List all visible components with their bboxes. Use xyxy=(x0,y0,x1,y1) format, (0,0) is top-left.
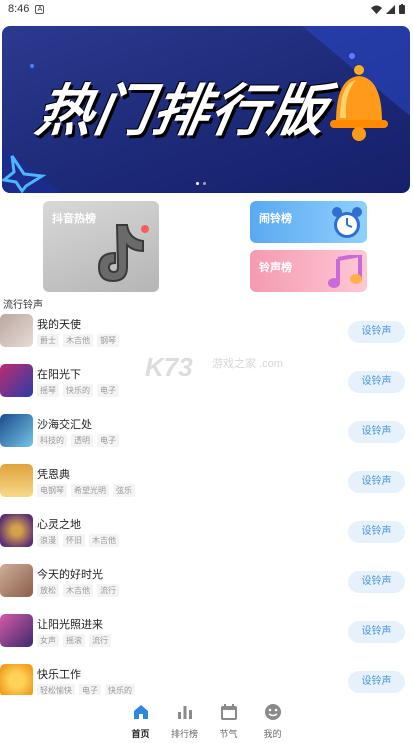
hero-banner[interactable]: 热门排行版 xyxy=(2,26,410,193)
song-tags: 女声 摇滚 流行 xyxy=(37,634,111,647)
set-ringtone-button[interactable]: 设铃声 xyxy=(348,371,405,393)
song-row[interactable]: 今天的好时光 放松 木吉他 流行 设铃声 xyxy=(0,564,413,604)
set-ringtone-button[interactable]: 设铃声 xyxy=(348,471,405,493)
douyin-hot-card[interactable]: 抖音热榜 xyxy=(43,201,159,292)
banner-title: 热门排行版 xyxy=(31,79,333,144)
song-tag: 希望光明 xyxy=(71,484,109,497)
song-title: 让阳光照进来 xyxy=(37,619,103,631)
song-cover xyxy=(0,464,33,497)
music-note-icon xyxy=(328,255,362,288)
song-tag: 浪漫 xyxy=(37,534,59,547)
song-tag: 木吉他 xyxy=(63,584,93,597)
ringtone-ranking-card[interactable]: 铃声榜 xyxy=(250,250,367,292)
bar-chart-icon xyxy=(177,706,192,719)
song-tag: 科技的 xyxy=(37,434,67,447)
carousel-dot[interactable] xyxy=(203,182,206,185)
song-cover xyxy=(0,514,33,547)
alarm-clock-icon xyxy=(332,207,362,238)
song-title: 今天的好时光 xyxy=(37,569,103,581)
song-tag: 钢琴 xyxy=(97,334,119,347)
song-tags: 摇琴 快乐的 电子 xyxy=(37,384,119,397)
tab-ranking[interactable]: 排行榜 xyxy=(170,695,200,743)
song-row[interactable]: 沙海交汇处 科技的 透明 电子 设铃声 xyxy=(0,414,413,454)
song-cover xyxy=(0,614,33,647)
tab-home[interactable]: 首页 xyxy=(126,695,156,743)
song-row[interactable]: 凭恩典 电钢琴 希望光明 弦乐 设铃声 xyxy=(0,464,413,504)
tab-label: 节气 xyxy=(219,729,238,739)
set-ringtone-button[interactable]: 设铃声 xyxy=(348,521,405,543)
song-tag: 摇琴 xyxy=(37,384,59,397)
song-cover xyxy=(0,414,33,447)
song-tags: 爵士 木吉他 钢琴 xyxy=(37,334,119,347)
song-title: 凭恩典 xyxy=(37,469,70,481)
status-bar: 8:46 A xyxy=(0,0,413,18)
song-row[interactable]: 心灵之地 浪漫 怀旧 木吉他 设铃声 xyxy=(0,514,413,554)
notification-icon: A xyxy=(35,4,45,14)
watermark-logo: K73 xyxy=(145,352,193,382)
status-left: 8:46 A xyxy=(8,3,45,15)
song-tag: 怀旧 xyxy=(63,534,85,547)
carousel-indicator xyxy=(196,182,206,185)
song-row[interactable]: 在阳光下 摇琴 快乐的 电子 设铃声 xyxy=(0,364,413,404)
bell-icon xyxy=(330,65,388,141)
alarm-ranking-card[interactable]: 闹铃榜 xyxy=(250,201,367,243)
status-time: 8:46 xyxy=(8,3,30,15)
song-tag: 弦乐 xyxy=(113,484,135,497)
song-tag: 爵士 xyxy=(37,334,59,347)
song-cover xyxy=(0,314,33,347)
song-cover xyxy=(0,664,33,697)
song-tag: 木吉他 xyxy=(63,334,93,347)
song-cover xyxy=(0,564,33,597)
set-ringtone-button[interactable]: 设铃声 xyxy=(348,571,405,593)
song-tag: 摇滚 xyxy=(63,634,85,647)
home-icon xyxy=(133,705,148,719)
battery-icon xyxy=(399,4,405,14)
song-title: 快乐工作 xyxy=(37,669,81,681)
song-cover xyxy=(0,364,33,397)
watermark-subtext: 游戏之家 .com xyxy=(212,358,283,370)
song-row[interactable]: 让阳光照进来 女声 摇滚 流行 设铃声 xyxy=(0,614,413,654)
ringtone-ranking-label: 铃声榜 xyxy=(259,262,292,274)
song-tag: 流行 xyxy=(89,634,111,647)
song-tags: 浪漫 怀旧 木吉他 xyxy=(37,534,119,547)
carousel-dot-active[interactable] xyxy=(196,182,199,185)
song-tag: 电子 xyxy=(97,434,119,447)
calendar-icon xyxy=(220,704,237,720)
smiley-icon xyxy=(264,704,281,720)
tab-label: 我的 xyxy=(263,729,282,739)
section-title: 流行铃声 xyxy=(3,300,43,311)
set-ringtone-button[interactable]: 设铃声 xyxy=(348,671,405,693)
signal-icon xyxy=(386,4,395,14)
tab-mine[interactable]: 我的 xyxy=(258,695,288,743)
alarm-ranking-label: 闹铃榜 xyxy=(259,213,292,225)
song-title: 沙海交汇处 xyxy=(37,419,92,431)
bottom-tab-bar: 首页 排行榜 节气 我的 xyxy=(0,695,413,743)
song-tag: 透明 xyxy=(71,434,93,447)
song-tag: 女声 xyxy=(37,634,59,647)
song-tag: 电子 xyxy=(97,384,119,397)
song-tag: 木吉他 xyxy=(89,534,119,547)
song-tag: 快乐的 xyxy=(63,384,93,397)
status-right xyxy=(371,4,405,14)
set-ringtone-button[interactable]: 设铃声 xyxy=(348,421,405,443)
song-tag: 电钢琴 xyxy=(37,484,67,497)
song-tags: 科技的 透明 电子 xyxy=(37,434,119,447)
tab-solar-terms[interactable]: 节气 xyxy=(214,695,244,743)
set-ringtone-button[interactable]: 设铃声 xyxy=(348,321,405,343)
song-title: 我的天使 xyxy=(37,319,81,331)
set-ringtone-button[interactable]: 设铃声 xyxy=(348,621,405,643)
song-tag: 放松 xyxy=(37,584,59,597)
song-tag: 流行 xyxy=(97,584,119,597)
song-tags: 电钢琴 希望光明 弦乐 xyxy=(37,484,135,497)
song-row[interactable]: 我的天使 爵士 木吉他 钢琴 设铃声 xyxy=(0,314,413,354)
tab-label: 首页 xyxy=(131,729,150,739)
wifi-icon xyxy=(371,5,382,14)
song-title: 心灵之地 xyxy=(37,519,81,531)
tiktok-icon xyxy=(97,224,149,283)
song-title: 在阳光下 xyxy=(37,369,81,381)
song-tags: 放松 木吉他 流行 xyxy=(37,584,119,597)
tab-label: 排行榜 xyxy=(170,729,198,739)
